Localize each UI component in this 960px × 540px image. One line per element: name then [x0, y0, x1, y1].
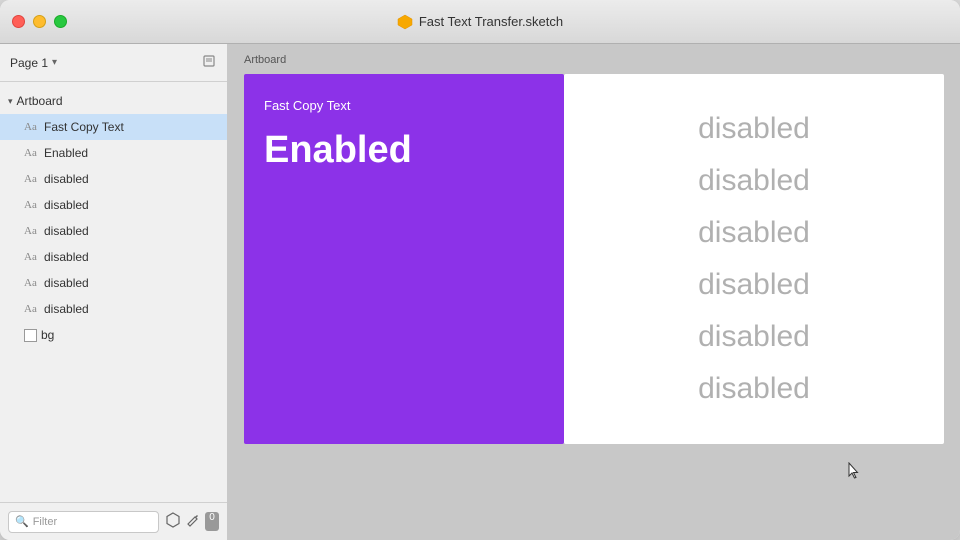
layer-label: disabled [44, 250, 89, 264]
page-label: Page 1 [10, 56, 48, 70]
text-layer-icon: Aa [24, 277, 40, 289]
page-selector[interactable]: Page 1 ▾ [10, 56, 57, 70]
layer-item[interactable]: Aa Enabled [0, 140, 227, 166]
sidebar-footer: 🔍 Filter 0 [0, 502, 227, 540]
layer-label: disabled [44, 276, 89, 290]
disabled-label-6: disabled [698, 372, 810, 406]
text-layer-icon: Aa [24, 121, 40, 133]
maximize-button[interactable] [54, 15, 67, 28]
group-arrow-icon: ▾ [8, 96, 13, 107]
canvas-label: Artboard [244, 54, 286, 66]
layer-label: bg [41, 328, 54, 342]
sidebar-header-icon[interactable] [203, 54, 217, 71]
main-content: Page 1 ▾ ▾ Artboard [0, 44, 960, 540]
sidebar-header: Page 1 ▾ [0, 44, 227, 82]
artboard-subtitle: Fast Copy Text [264, 98, 544, 113]
edit-badge: 0 [205, 512, 219, 531]
sidebar: Page 1 ▾ ▾ Artboard [0, 44, 228, 540]
symbol-icon[interactable] [165, 512, 181, 531]
titlebar: Fast Text Transfer.sketch [0, 0, 960, 44]
close-button[interactable] [12, 15, 25, 28]
artboard-left-panel: Fast Copy Text Enabled [244, 74, 564, 444]
text-layer-icon: Aa [24, 225, 40, 237]
layer-label: disabled [44, 198, 89, 212]
artboard-container: Fast Copy Text Enabled disabled disabled… [244, 74, 944, 524]
text-layer-icon: Aa [24, 199, 40, 211]
rect-layer-icon [24, 329, 37, 342]
layer-label: Enabled [44, 146, 88, 160]
artboard-group-label: Artboard [17, 94, 63, 108]
page-arrow-icon: ▾ [52, 57, 57, 68]
sidebar-layers: ▾ Artboard Aa Fast Copy Text Aa Enabled … [0, 82, 227, 502]
layer-item[interactable]: bg [0, 322, 227, 348]
layer-item[interactable]: Aa disabled [0, 296, 227, 322]
text-layer-icon: Aa [24, 173, 40, 185]
layer-item[interactable]: Aa Fast Copy Text [0, 114, 227, 140]
text-layer-icon: Aa [24, 303, 40, 315]
search-icon: 🔍 [15, 515, 29, 528]
disabled-label-2: disabled [698, 164, 810, 198]
text-layer-icon: Aa [24, 147, 40, 159]
disabled-label-1: disabled [698, 112, 810, 146]
window-title: Fast Text Transfer.sketch [397, 14, 563, 30]
artboard-main-title: Enabled [264, 129, 544, 172]
disabled-label-4: disabled [698, 268, 810, 302]
sketch-icon [397, 14, 413, 30]
artboard-group[interactable]: ▾ Artboard [0, 88, 227, 114]
disabled-label-5: disabled [698, 320, 810, 354]
filter-placeholder: Filter [33, 516, 57, 528]
layer-item[interactable]: Aa disabled [0, 192, 227, 218]
layer-item[interactable]: Aa disabled [0, 244, 227, 270]
app-window: Fast Text Transfer.sketch Page 1 ▾ [0, 0, 960, 540]
text-layer-icon: Aa [24, 251, 40, 263]
minimize-button[interactable] [33, 15, 46, 28]
filter-input[interactable]: 🔍 Filter [8, 511, 159, 533]
cursor-indicator [848, 462, 860, 480]
layer-label: disabled [44, 302, 89, 316]
layer-label: Fast Copy Text [44, 120, 124, 134]
layer-label: disabled [44, 224, 89, 238]
disabled-label-3: disabled [698, 216, 810, 250]
canvas-area[interactable]: Artboard Fast Copy Text Enabled disabled… [228, 44, 960, 540]
layer-item[interactable]: Aa disabled [0, 218, 227, 244]
title-text: Fast Text Transfer.sketch [419, 14, 563, 29]
artboard-right-panel: disabled disabled disabled disabled disa… [564, 74, 944, 444]
traffic-lights [12, 15, 67, 28]
layer-label: disabled [44, 172, 89, 186]
layer-item[interactable]: Aa disabled [0, 166, 227, 192]
edit-icon[interactable] [185, 512, 201, 531]
footer-actions: 0 [165, 512, 219, 531]
layer-item[interactable]: Aa disabled [0, 270, 227, 296]
